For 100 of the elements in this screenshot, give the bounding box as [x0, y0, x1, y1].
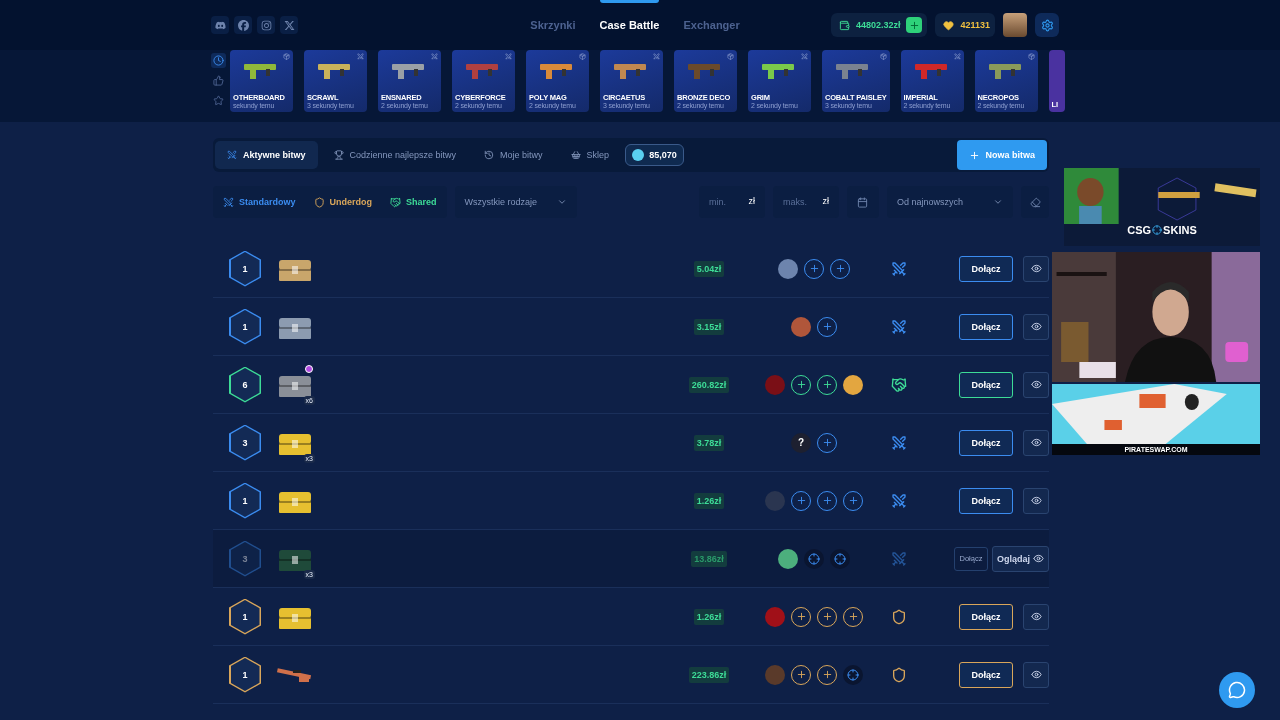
user-avatar[interactable] [1003, 13, 1027, 37]
target-icon [843, 664, 863, 685]
battle-tab[interactable]: Aktywne bitwy [215, 141, 318, 169]
currency-label: zł [822, 196, 829, 206]
join-button[interactable]: Dołącz [959, 371, 1013, 398]
swords-icon [653, 53, 660, 60]
shield-icon [313, 196, 325, 208]
eye-icon [1030, 495, 1042, 506]
x-icon[interactable] [280, 16, 298, 34]
thumbs-up-icon[interactable] [211, 73, 226, 88]
battle-price: 3.78zł [693, 434, 725, 451]
calendar-button[interactable] [846, 186, 879, 218]
clock-icon[interactable] [211, 53, 226, 68]
chevron-down-icon [993, 197, 1003, 207]
eye-icon [1030, 321, 1042, 332]
rounds-badge: 6 [229, 366, 261, 403]
plus-icon [969, 149, 981, 161]
plus-icon [908, 19, 920, 31]
chat-icon [1228, 681, 1246, 699]
handshake-icon [891, 376, 907, 393]
plus-icon [834, 263, 846, 274]
battle-price: 13.86zł [691, 550, 727, 567]
target-icon [830, 548, 850, 569]
join-button[interactable]: Dołącz [959, 429, 1013, 456]
mode-filter[interactable]: Shared [390, 196, 437, 208]
swords-icon [431, 53, 438, 60]
eye-icon [1033, 553, 1044, 564]
battle-tab[interactable]: Codzienne najlepsze bitwy [321, 141, 469, 169]
watch-button[interactable] [1023, 255, 1049, 282]
calendar-icon [857, 196, 869, 208]
coins-amount: 85,070 [649, 150, 677, 160]
settings-icon [1040, 18, 1054, 32]
settings-button[interactable] [1035, 13, 1059, 37]
deposit-button[interactable] [906, 17, 923, 33]
plus-icon [821, 495, 833, 506]
plus-icon [795, 495, 807, 506]
chevron-down-icon [557, 197, 568, 207]
plus-icon [795, 379, 807, 390]
battle-price: 3.15zł [693, 318, 725, 335]
plus-icon [795, 611, 807, 622]
battle-price: 1.26zł [693, 608, 725, 625]
mode-filter[interactable]: Underdog [313, 196, 372, 208]
wallet-icon [838, 19, 850, 31]
swords-icon [891, 550, 907, 567]
chat-button[interactable] [1219, 672, 1255, 708]
star-icon[interactable] [211, 93, 226, 108]
join-button[interactable]: Dołącz [959, 661, 1013, 688]
join-button[interactable]: Dołącz [959, 255, 1013, 282]
plus-icon [821, 437, 833, 448]
basket-icon [570, 150, 581, 160]
join-button[interactable]: Dołącz [959, 487, 1013, 514]
mode-filter[interactable]: Standardowy [223, 196, 296, 208]
coin-icon [632, 149, 645, 161]
eye-icon [1030, 611, 1042, 622]
plus-icon [821, 669, 833, 680]
swords-icon [891, 434, 907, 451]
watch-button[interactable] [1023, 487, 1049, 514]
swords-icon [505, 53, 512, 60]
watch-button[interactable] [1023, 603, 1049, 630]
unknown-player: ? [791, 432, 811, 453]
eye-icon [1030, 437, 1042, 448]
box-icon [879, 53, 887, 60]
swords-icon [891, 492, 907, 509]
watch-button[interactable] [1023, 313, 1049, 340]
type-dropdown[interactable]: Wszystkie rodzaje [454, 186, 578, 218]
discord-icon[interactable] [211, 16, 229, 34]
box-icon [579, 53, 586, 60]
plus-icon [808, 263, 820, 274]
box-icon [1027, 53, 1035, 60]
rounds-badge: 1 [229, 308, 261, 345]
plus-icon [821, 611, 833, 622]
eye-icon [1030, 263, 1042, 274]
plus-icon [821, 321, 833, 332]
battle-tab[interactable]: Moje bitwy [472, 141, 555, 169]
balance-amount: 44802.32zł [855, 20, 901, 30]
shield-icon [891, 666, 907, 683]
battle-price: 223.86zł [688, 666, 730, 683]
watch-button[interactable] [1023, 429, 1049, 456]
rounds-badge: 1 [229, 482, 261, 519]
watch-button[interactable] [1023, 661, 1049, 688]
join-button[interactable]: Dołącz [959, 603, 1013, 630]
battle-tab[interactable]: Sklep [558, 141, 622, 169]
sponsor-name: SKINS [1163, 224, 1197, 236]
sort-dropdown[interactable]: Od najnowszych [886, 186, 1013, 218]
nav-link[interactable]: Case Battle [599, 0, 660, 50]
battle-price: 260.82zł [688, 376, 730, 393]
heart-icon [943, 19, 955, 31]
watch-button[interactable] [1023, 371, 1049, 398]
instagram-icon[interactable] [257, 16, 275, 34]
eye-icon [1030, 379, 1042, 390]
battle-price: 5.04zł [693, 260, 725, 277]
plus-icon [847, 611, 859, 622]
swords-icon [891, 318, 907, 335]
plus-icon [821, 379, 833, 390]
box-icon [727, 53, 734, 60]
swords-icon [953, 53, 961, 60]
join-button[interactable]: Dołącz [959, 313, 1013, 340]
facebook-icon[interactable] [234, 16, 252, 34]
eraser-icon [1029, 196, 1041, 208]
handshake-icon [390, 196, 401, 208]
